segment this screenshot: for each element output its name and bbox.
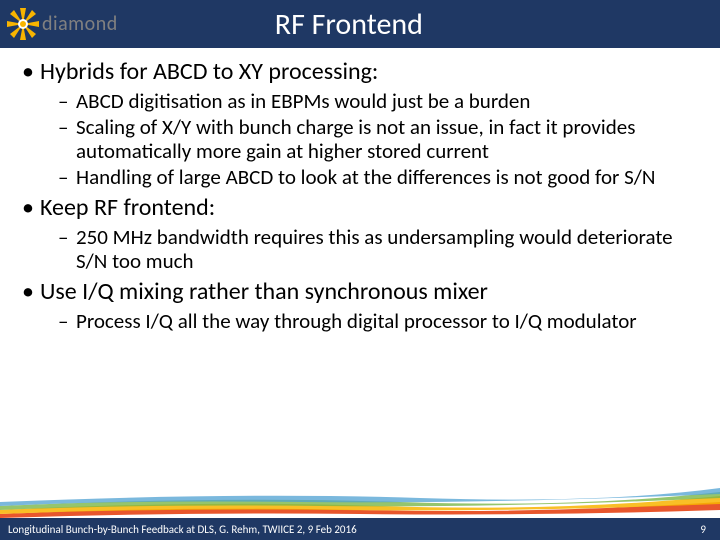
bullet-1: Hybrids for ABCD to XY processing:: [14, 58, 700, 87]
logo: diamond: [6, 7, 118, 41]
bullet-1-sub-2: Scaling of X/Y with bunch charge is not …: [14, 115, 700, 165]
bullet-1-sub-1: ABCD digitisation as in EBPMs would just…: [14, 89, 700, 114]
footer-bar: Longitudinal Bunch-by-Bunch Feedback at …: [0, 518, 720, 540]
slide-number: 9: [700, 523, 706, 536]
bullet-2: Keep RF frontend:: [14, 194, 700, 223]
bullet-2-sub-1: 250 MHz bandwidth requires this as under…: [14, 225, 700, 275]
logo-text: diamond: [42, 12, 118, 36]
logo-burst-icon: [6, 7, 40, 41]
decor-stripes: [0, 480, 720, 520]
slide: diamond RF Frontend Hybrids for ABCD to …: [0, 0, 720, 540]
content-area: Hybrids for ABCD to XY processing: ABCD …: [14, 54, 700, 335]
bullet-3: Use I/Q mixing rather than synchronous m…: [14, 278, 700, 307]
footer-left: Longitudinal Bunch-by-Bunch Feedback at …: [8, 523, 357, 536]
title-bar: diamond RF Frontend: [0, 0, 720, 48]
bullet-1-sub-3: Handling of large ABCD to look at the di…: [14, 165, 700, 190]
bullet-3-sub-1: Process I/Q all the way through digital …: [14, 309, 700, 334]
slide-title: RF Frontend: [118, 6, 720, 43]
